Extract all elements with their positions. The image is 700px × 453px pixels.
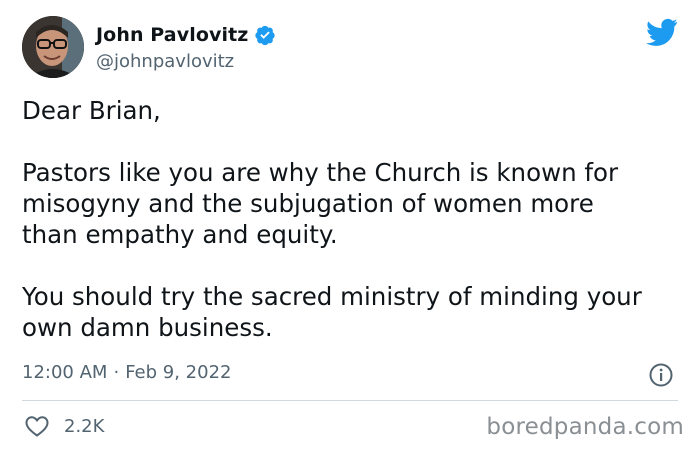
like-count: 2.2K [64,415,105,437]
author-handle[interactable]: @johnpavlovitz [96,51,234,72]
tweet-paragraph-1: Dear Brian, [22,95,682,126]
tweet-date: Feb 9, 2022 [125,362,232,383]
tweet-paragraph-3: You should try the sacred ministry of mi… [22,281,682,343]
info-icon[interactable] [648,362,674,388]
divider [22,400,678,401]
tweet-line: than empathy and equity. [22,220,338,249]
heart-icon [25,416,49,437]
meta-separator: · [113,362,120,383]
tweet-paragraph-2: Pastors like you are why the Church is k… [22,157,682,250]
avatar-photo [22,16,84,78]
author-avatar[interactable] [22,16,84,78]
tweet-time: 12:00 AM [22,362,108,383]
tweet-line: misogyny and the subjugation of women mo… [22,189,594,218]
tweet-line: Pastors like you are why the Church is k… [22,158,619,187]
tweet-text: Dear Brian, Pastors like you are why the… [22,95,682,343]
watermark: boredpanda.com [486,414,684,440]
like-button[interactable]: 2.2K [24,414,104,438]
tweet-line: own damn business. [22,313,273,342]
author-display-name[interactable]: John Pavlovitz [96,24,248,46]
tweet-line: You should try the sacred ministry of mi… [22,282,642,311]
tweet-timestamp[interactable]: 12:00 AM · Feb 9, 2022 [22,362,231,383]
tweet-card: John Pavlovitz @johnpavlovitz Dear Brian… [0,0,700,453]
author-name-row: John Pavlovitz [96,24,276,46]
verified-badge-icon [254,24,276,46]
twitter-bird-icon[interactable] [646,18,678,46]
tweet-line: Dear Brian, [22,96,161,125]
